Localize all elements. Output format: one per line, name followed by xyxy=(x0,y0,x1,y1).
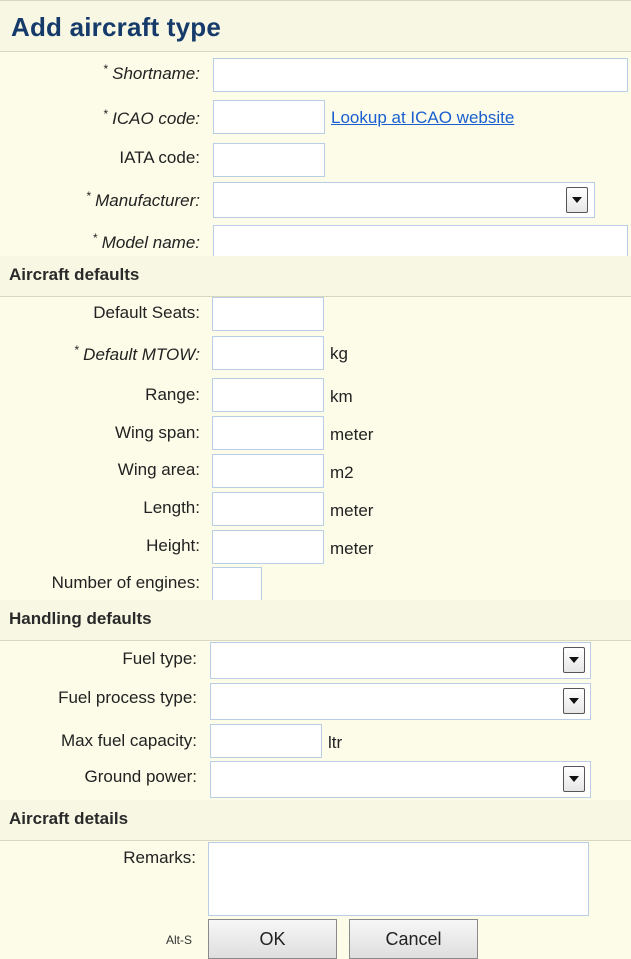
required-asterisk: * xyxy=(103,107,109,121)
default-mtow-input[interactable] xyxy=(212,336,324,370)
remarks-textarea[interactable] xyxy=(208,842,589,916)
required-asterisk: * xyxy=(103,62,109,76)
wing-area-input[interactable] xyxy=(212,454,324,488)
length-unit: meter xyxy=(330,501,374,520)
aircraft-defaults-title: Aircraft defaults xyxy=(9,265,140,284)
ground-power-label: Ground power: xyxy=(84,767,197,786)
model-name-label: * Model name: xyxy=(93,231,200,252)
remarks-label: Remarks: xyxy=(123,848,196,867)
wing-span-input[interactable] xyxy=(212,416,324,450)
shortname-input[interactable] xyxy=(213,58,628,92)
ok-button[interactable]: OK xyxy=(208,919,337,959)
max-fuel-unit: ltr xyxy=(328,733,343,752)
manufacturer-label: * Manufacturer: xyxy=(86,189,200,210)
fuel-type-label: Fuel type: xyxy=(122,649,197,668)
default-mtow-label: * Default MTOW: xyxy=(74,343,201,364)
iata-code-input[interactable] xyxy=(213,143,325,177)
icao-code-label: * ICAO code: xyxy=(103,107,200,128)
chevron-down-icon xyxy=(569,776,579,782)
range-input[interactable] xyxy=(212,378,324,412)
aircraft-details-title: Aircraft details xyxy=(9,809,129,828)
model-name-input[interactable] xyxy=(213,225,628,259)
fuel-process-type-dropdown-button[interactable] xyxy=(563,688,585,714)
height-input[interactable] xyxy=(212,530,324,564)
number-of-engines-input[interactable] xyxy=(212,567,262,601)
number-of-engines-label: Number of engines: xyxy=(51,573,200,592)
fuel-type-select[interactable] xyxy=(210,642,591,679)
required-asterisk: * xyxy=(93,231,98,245)
manufacturer-dropdown-button[interactable] xyxy=(566,187,588,213)
ground-power-select[interactable] xyxy=(210,761,591,798)
ground-power-dropdown-button[interactable] xyxy=(563,766,585,792)
chevron-down-icon xyxy=(569,657,579,663)
shortcut-hint: Alt-S xyxy=(166,933,193,947)
wing-span-unit: meter xyxy=(330,425,374,444)
chevron-down-icon xyxy=(572,197,582,203)
length-label: Length: xyxy=(143,498,200,517)
icao-code-input[interactable] xyxy=(213,100,325,134)
page-title: Add aircraft type xyxy=(11,12,222,42)
required-asterisk: * xyxy=(86,189,92,203)
chevron-down-icon xyxy=(569,698,579,704)
mtow-unit: kg xyxy=(330,344,348,363)
iata-code-label: IATA code: xyxy=(119,148,200,167)
wing-area-label: Wing area: xyxy=(117,460,200,479)
fuel-type-dropdown-button[interactable] xyxy=(563,647,585,673)
shortname-label: * Shortname: xyxy=(103,62,200,83)
wing-area-unit: m2 xyxy=(330,463,354,482)
icao-lookup-link[interactable]: Lookup at ICAO website xyxy=(331,108,514,128)
required-asterisk: * xyxy=(74,343,80,357)
range-unit: km xyxy=(330,387,353,406)
handling-defaults-title: Handling defaults xyxy=(9,609,152,628)
cancel-button[interactable]: Cancel xyxy=(349,919,478,959)
default-seats-input[interactable] xyxy=(212,297,324,331)
fuel-process-type-label: Fuel process type: xyxy=(58,688,197,707)
default-seats-label: Default Seats: xyxy=(93,303,200,322)
length-input[interactable] xyxy=(212,492,324,526)
wing-span-label: Wing span: xyxy=(114,423,200,442)
height-unit: meter xyxy=(330,539,374,558)
manufacturer-select[interactable] xyxy=(213,182,595,218)
fuel-process-type-select[interactable] xyxy=(210,683,591,720)
height-label: Height: xyxy=(146,536,200,555)
range-label: Range: xyxy=(145,385,200,404)
max-fuel-capacity-input[interactable] xyxy=(210,724,322,758)
max-fuel-capacity-label: Max fuel capacity: xyxy=(60,731,197,750)
